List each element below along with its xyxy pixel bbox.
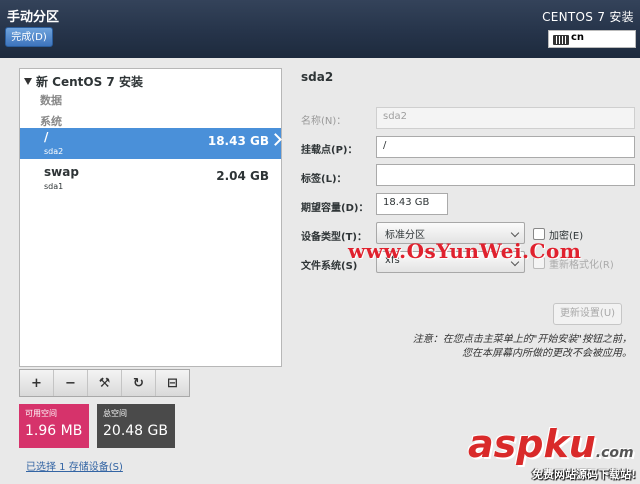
mountpoint-name: swap [44,165,79,179]
installation-group-title: 新 CentOS 7 安装 [36,75,143,89]
mountpoint-toolbar: + − ⚒ ↻ ⊟ [19,369,190,397]
tag-field[interactable] [376,164,635,186]
partition-title: sda2 [301,70,334,84]
watermark-aspku-name: aspku [468,422,596,466]
page-title: 手动分区 [7,10,60,25]
mountpoint-device: sda2 [44,147,64,156]
apply-note: 注意：在您点击主菜单上的"开始安装"按钮之前， 您在本屏幕内所做的更改不会被应用… [372,333,632,361]
expander-icon[interactable] [24,78,32,85]
total-space-box: 总空间 20.48 GB [97,404,175,448]
tag-label: 标签(L)： [301,174,347,185]
available-space-label: 可用空间 [25,409,57,418]
mountpoint-device: sda1 [44,182,64,191]
mountpoint-list: 新 CentOS 7 安装 数据 系统 / sda2 18.43 GB swap… [19,68,282,367]
name-field: sda2 [376,107,635,129]
configure-icon[interactable]: ⚒ [88,370,122,396]
product-title: CENTOS 7 安装 [542,10,634,24]
remove-mountpoint-button[interactable]: − [54,370,88,396]
update-settings-button: 更新设置(U) [553,303,622,325]
chevron-right-icon [269,133,282,146]
available-space-box: 可用空间 1.96 MB [19,404,89,448]
mountpoint-row-swap[interactable]: swap sda1 2.04 GB [20,163,281,194]
category-system: 系统 [40,115,62,128]
name-label: 名称(N)： [301,116,347,127]
add-mountpoint-button[interactable]: + [20,370,54,396]
capacity-field[interactable]: 18.43 GB [376,193,448,215]
chevron-down-icon [510,228,520,238]
mountpoint-size: 2.04 GB [216,169,269,183]
disk-icon[interactable]: ⊟ [156,370,189,396]
keyboard-layout-indicator[interactable]: cn [548,30,636,48]
capacity-label: 期望容量(D)： [301,203,369,214]
note-line: 您在本屏幕内所做的更改不会被应用。 [462,348,632,359]
mountpoint-size: 18.43 GB [207,134,269,148]
watermark-aspku-tld: .com [595,445,634,461]
watermark-osyunwei: www.OsYunWei.Com [348,239,582,263]
keyboard-icon [553,35,569,45]
mountpoint-label: 挂载点(P)： [301,145,358,156]
top-bar: 手动分区 完成(D) CENTOS 7 安装 cn [0,0,640,58]
mountpoint-field[interactable]: / [376,136,635,158]
available-space-value: 1.96 MB [25,423,83,439]
installation-group[interactable]: 新 CentOS 7 安装 [24,73,143,90]
note-line: 注意：在您点击主菜单上的"开始安装"按钮之前， [412,334,632,345]
watermark-slogan: 免费网站源码下载站! [532,468,637,481]
mountpoint-row-root[interactable]: / sda2 18.43 GB [20,128,282,159]
selected-storage-link[interactable]: 已选择 1 存储设备(S) [26,458,123,473]
total-space-value: 20.48 GB [103,423,168,439]
total-space-label: 总空间 [103,409,127,418]
mountpoint-name: / [44,130,49,144]
refresh-icon[interactable]: ↻ [122,370,156,396]
watermark-aspku: aspku.com [468,422,634,466]
done-button[interactable]: 完成(D) [5,27,53,47]
keyboard-layout-label: cn [571,32,585,43]
category-data: 数据 [40,94,62,107]
